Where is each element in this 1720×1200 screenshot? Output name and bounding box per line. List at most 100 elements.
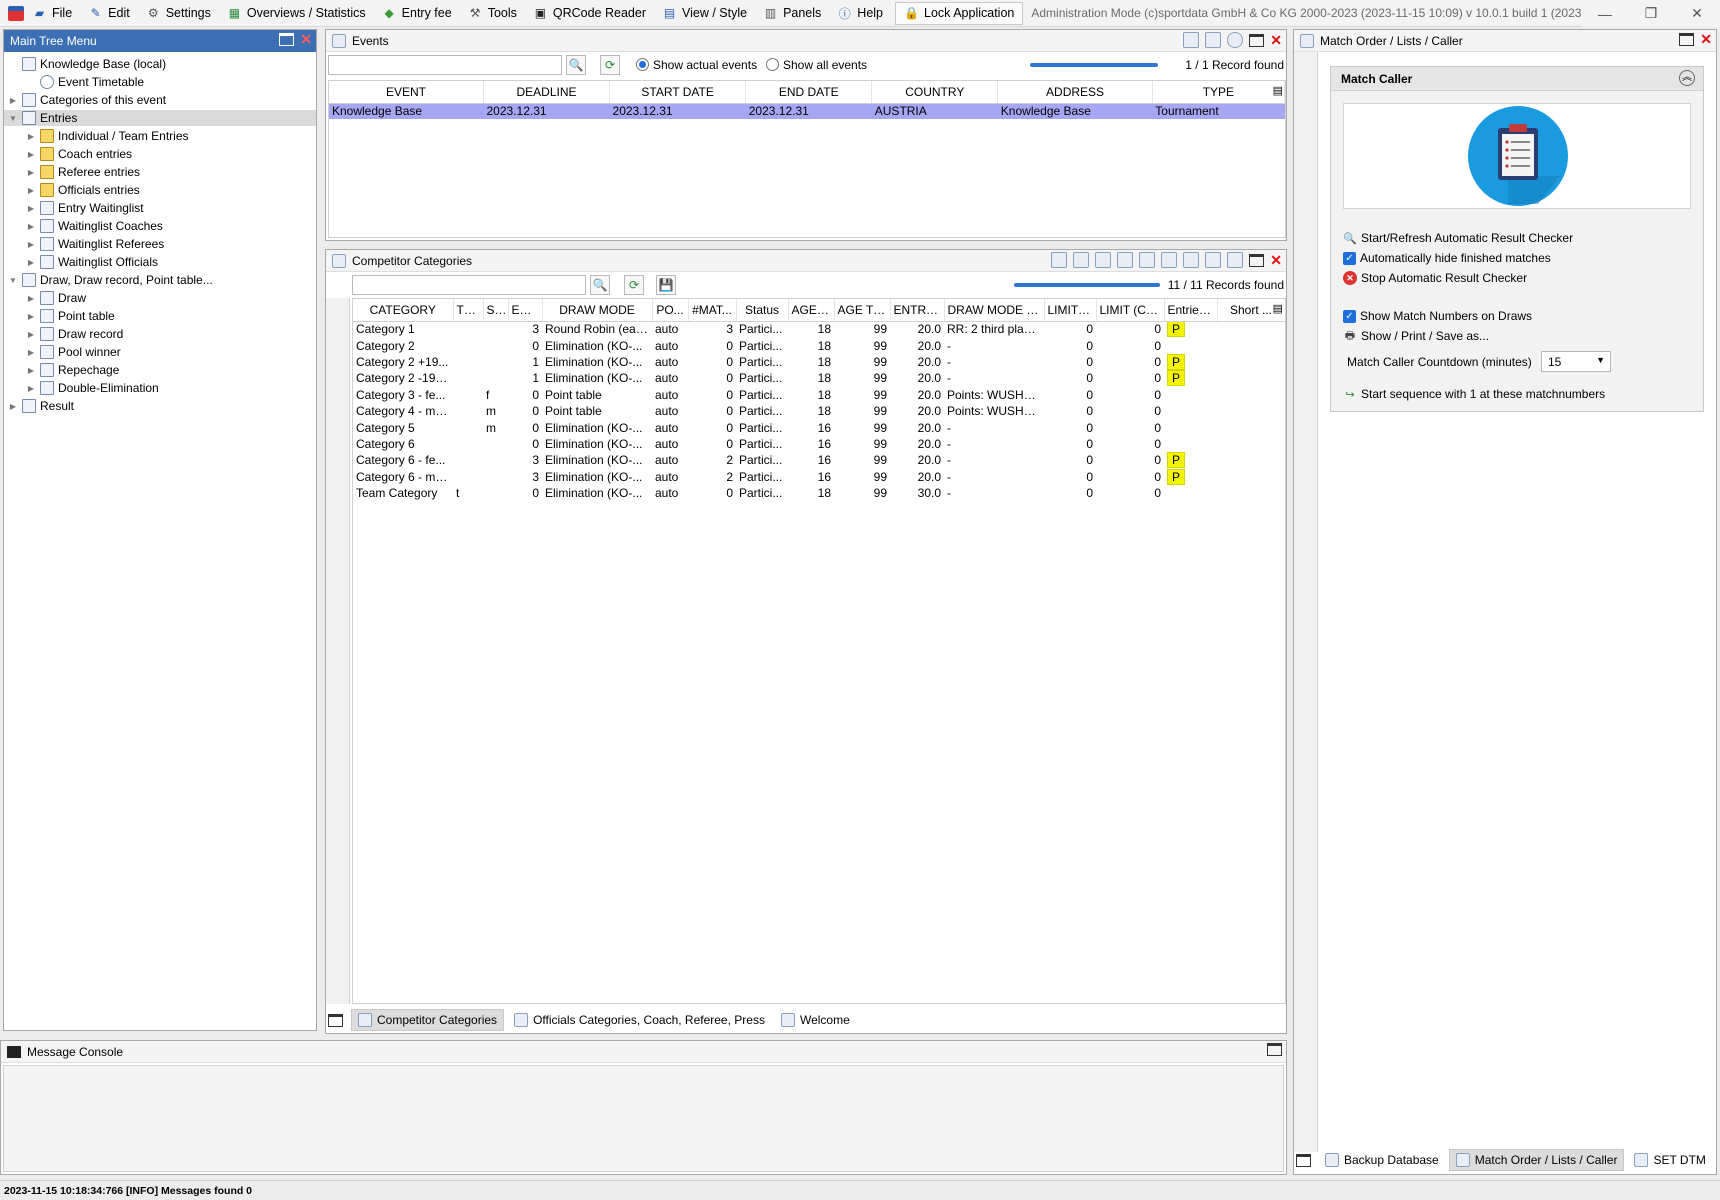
card-icon[interactable] [1095, 252, 1112, 268]
menu-tools[interactable]: ⚒ Tools [460, 0, 525, 26]
column-header[interactable]: AGE TO... [834, 299, 891, 322]
maximize-icon[interactable] [1249, 253, 1265, 267]
tree-item[interactable]: ▶ Result [8, 398, 74, 414]
close-icon[interactable]: ✕ [1270, 253, 1282, 267]
expand-right-icon[interactable]: ▶ [26, 384, 36, 393]
export-icon[interactable] [1139, 252, 1156, 268]
column-header[interactable]: CATEGORY [353, 299, 454, 322]
table-row[interactable]: Category 4 - male m 0 Point table auto 0 Parti… [353, 403, 1285, 419]
menu-view-style[interactable]: ▤ View / Style [654, 0, 755, 26]
table-row[interactable]: Category 2 +19... 1 Elimination (KO-... aut… [353, 353, 1285, 370]
maximize-icon[interactable] [1267, 1043, 1282, 1056]
tree-item[interactable]: ▼ Entries [4, 110, 316, 126]
tree-item[interactable]: ▶ Coach entries [26, 146, 132, 162]
column-header[interactable]: TYPE [1152, 81, 1285, 104]
expand-right-icon[interactable]: ▶ [26, 168, 36, 177]
categories-save-button[interactable]: 💾 [656, 275, 676, 295]
events-search-input[interactable] [328, 55, 562, 75]
window-minimize-button[interactable]: — [1582, 0, 1628, 27]
tree-item[interactable]: ▶ Officials entries [26, 182, 140, 198]
expand-right-icon[interactable]: ▶ [26, 294, 36, 303]
column-header[interactable]: COUNTRY [871, 81, 999, 104]
table-row[interactable]: Category 5 m 0 Elimination (KO-... auto 0 Part… [353, 419, 1285, 435]
tab-backup-database[interactable]: Backup Database [1319, 1149, 1445, 1171]
table-row[interactable]: Knowledge Base 2023.12.31 2023.12.31 2023.1… [329, 103, 1285, 120]
maximize-icon[interactable] [1249, 33, 1265, 47]
menu-file[interactable]: ▰ File [24, 0, 80, 26]
categories-refresh-button[interactable]: ⟳ [624, 275, 644, 295]
maximize-icon[interactable] [1296, 1153, 1311, 1167]
tree-item[interactable]: ▶ Waitinglist Officials [26, 254, 158, 270]
tree-item[interactable]: ▶ Point table [26, 308, 115, 324]
column-chooser-icon[interactable]: ▤ [1273, 302, 1283, 315]
column-header[interactable]: DRAW MODE [542, 299, 653, 322]
column-header[interactable]: AGE F... [788, 299, 835, 322]
table-row[interactable]: Category 6 - male 3 Elimination (KO-... aut… [353, 468, 1285, 485]
column-header[interactable]: ENT... [508, 299, 543, 322]
maximize-icon[interactable] [279, 32, 295, 46]
table-row[interactable]: Category 3 - fe... f 0 Point table auto 0 Part… [353, 387, 1285, 403]
close-icon[interactable]: ✕ [1700, 32, 1712, 46]
events-refresh-button[interactable]: ⟳ [600, 55, 620, 75]
tab-officials-categories-coach-referee-press[interactable]: Officials Categories, Coach, Referee, Pr… [508, 1009, 771, 1031]
start-sequence-button[interactable]: ↪ Start sequence with 1 at these matchnum… [1343, 385, 1605, 403]
columns-icon[interactable] [1161, 252, 1178, 268]
expand-right-icon[interactable]: ▶ [26, 258, 36, 267]
menu-entry-fee[interactable]: ◆ Entry fee [374, 0, 460, 26]
expand-right-icon[interactable]: ▶ [26, 186, 36, 195]
tree-item[interactable]: ▶ Double-Elimination [26, 380, 159, 396]
menu-settings[interactable]: ⚙ Settings [138, 0, 219, 26]
expand-down-icon[interactable]: ▼ [8, 276, 18, 285]
expand-right-icon[interactable]: ▶ [26, 204, 36, 213]
column-chooser-icon[interactable]: ▤ [1273, 84, 1283, 97]
tree-item[interactable]: ▶ Draw [26, 290, 86, 306]
expand-right-icon[interactable]: ▶ [26, 312, 36, 321]
tree-item[interactable]: ▶ Categories of this event [8, 92, 166, 108]
open-folder-icon[interactable] [1205, 32, 1222, 48]
column-header[interactable]: SEX [483, 299, 509, 322]
expand-right-icon[interactable]: ▶ [26, 222, 36, 231]
refresh-icon[interactable] [1227, 32, 1244, 48]
window-close-button[interactable]: ✕ [1674, 0, 1720, 27]
menu-panels[interactable]: ▥ Panels [755, 0, 829, 26]
column-header[interactable]: DEADLINE [483, 81, 611, 104]
tree-item[interactable]: ▶ Waitinglist Coaches [26, 218, 163, 234]
grid-icon[interactable] [1227, 252, 1244, 268]
tree-item[interactable]: ▶ Waitinglist Referees [26, 236, 164, 252]
column-header[interactable]: LIMIT (... [1044, 299, 1097, 322]
maximize-icon[interactable] [328, 1013, 343, 1027]
table-row[interactable]: Team Category t 0 Elimination (KO-... auto 0 P… [353, 485, 1285, 501]
radio-show-actual[interactable]: Show actual events [636, 58, 757, 72]
column-header[interactable]: START DATE [609, 81, 747, 104]
tab-welcome[interactable]: Welcome [775, 1009, 856, 1031]
collapse-icon[interactable]: ︽ [1679, 70, 1695, 86]
categories-search-input[interactable] [352, 275, 586, 295]
column-header[interactable]: DRAW MODE O... [944, 299, 1045, 322]
close-icon[interactable]: ✕ [300, 32, 312, 46]
tree-item[interactable]: ▶ Pool winner [26, 344, 121, 360]
column-header[interactable]: PO... [652, 299, 689, 322]
tab-competitor-categories[interactable]: Competitor Categories [351, 1009, 505, 1031]
menu-overviews-statistics[interactable]: ▦ Overviews / Statistics [219, 0, 374, 26]
tree-item[interactable]: ▶ Entry Waitinglist [26, 200, 144, 216]
close-icon[interactable]: ✕ [1270, 33, 1282, 47]
events-search-button[interactable]: 🔍 [566, 55, 586, 75]
start-refresh-checker-button[interactable]: 🔍 Start/Refresh Automatic Result Checker [1343, 229, 1573, 247]
expand-right-icon[interactable]: ▶ [26, 132, 36, 141]
maximize-icon[interactable] [1679, 32, 1695, 46]
expand-down-icon[interactable]: ▼ [8, 114, 18, 123]
auto-hide-finished-checkbox[interactable]: ✓ Automatically hide finished matches [1343, 249, 1551, 267]
list-icon[interactable] [1117, 252, 1134, 268]
show-match-numbers-checkbox[interactable]: ✓ Show Match Numbers on Draws [1343, 307, 1532, 325]
column-header[interactable]: ADDRESS [997, 81, 1153, 104]
tree-item[interactable]: ▶ Referee entries [26, 164, 140, 180]
paste-icon[interactable] [1073, 252, 1090, 268]
table-row[interactable]: Category 2 -199... 1 Elimination (KO-... au… [353, 370, 1285, 387]
expand-right-icon[interactable]: ▶ [26, 348, 36, 357]
menu-qrcode-reader[interactable]: ▣ QRCode Reader [525, 0, 654, 26]
open-folder-icon[interactable] [1051, 252, 1068, 268]
tree-item[interactable]: Event Timetable [26, 74, 144, 90]
menu-help[interactable]: ⓘ Help [829, 0, 891, 26]
window-restore-button[interactable]: ❐ [1628, 0, 1674, 27]
rows-icon[interactable] [1183, 252, 1200, 268]
